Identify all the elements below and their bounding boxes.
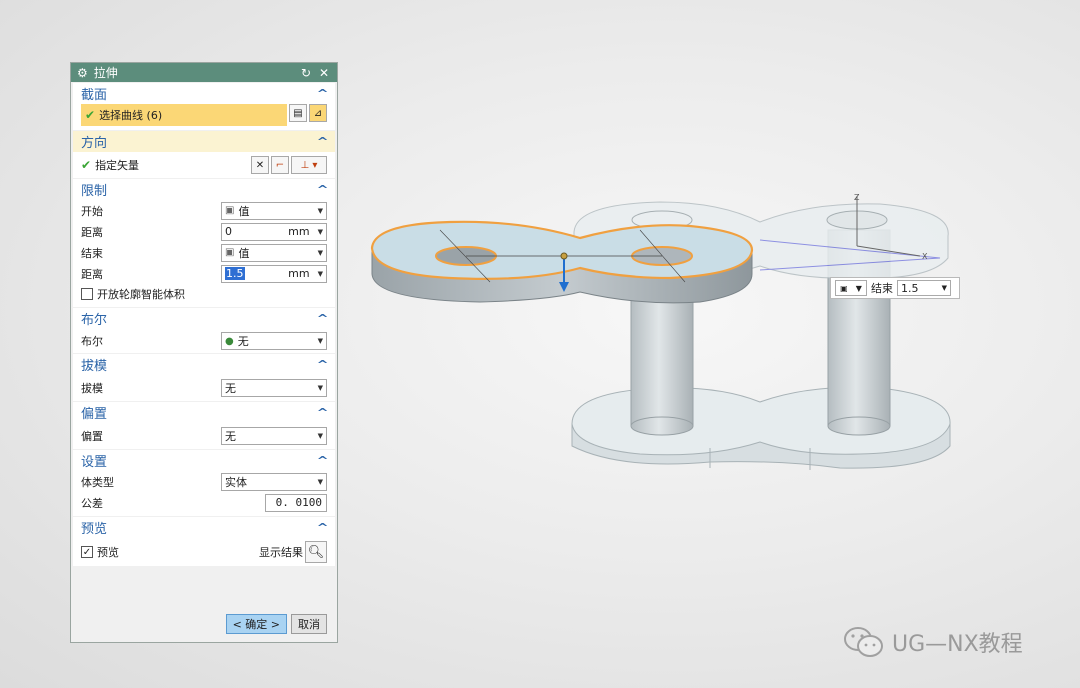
gear-icon: ⚙ [77, 65, 88, 80]
collapse-icon[interactable]: ^ [316, 454, 328, 467]
end-distance-row: 距离 1.5 mm ▼ [73, 263, 335, 284]
chevron-down-icon: ▼ [317, 477, 323, 486]
floating-end-label: 结束 [871, 282, 893, 295]
preview-group: 预览 ^ ✓ 预览 显示结果 🔍︎ [73, 517, 335, 566]
start-distance-input[interactable]: 0 mm ▼ [221, 222, 327, 241]
check-icon: ✔ [81, 158, 92, 172]
drag-handle[interactable] [560, 252, 568, 260]
section-header[interactable]: 截面 ^ [73, 83, 335, 104]
vector-dialog-icon[interactable]: ⌐ [271, 156, 289, 174]
preview-row: ✓ 预览 显示结果 🔍︎ [73, 538, 335, 566]
active-extrude-plate [370, 220, 754, 304]
boolean-group: 布尔 ^ 布尔 ● 无 ▼ [73, 308, 335, 353]
draft-row: 拔模 无 ▼ [73, 375, 335, 401]
collapse-icon[interactable]: ^ [316, 135, 328, 148]
boolean-none-icon: ● [225, 335, 234, 347]
collapse-icon[interactable]: ^ [316, 183, 328, 196]
tolerance-row: 公差 0. 0100 [73, 492, 335, 513]
collapse-icon[interactable]: ^ [316, 87, 328, 100]
reset-icon[interactable]: ↻ [299, 66, 313, 80]
offset-select[interactable]: 无 ▼ [221, 427, 327, 445]
reverse-direction-icon[interactable]: ✕ [251, 156, 269, 174]
dialog-titlebar: ⚙ 拉伸 ↻ ✕ [71, 63, 337, 82]
settings-group: 设置 ^ 体类型 实体 ▼ 公差 0. 0100 [73, 450, 335, 516]
curve-select-icon[interactable]: ⊿ [309, 104, 327, 122]
wechat-icon [844, 627, 883, 657]
tolerance-input[interactable]: 0. 0100 [265, 493, 327, 512]
close-icon[interactable]: ✕ [317, 66, 331, 80]
z-axis-label: Z [854, 193, 860, 202]
settings-header[interactable]: 设置 ^ [73, 450, 335, 471]
draft-header[interactable]: 拔模 ^ [73, 354, 335, 375]
collapse-icon[interactable]: ^ [316, 406, 328, 419]
draft-select[interactable]: 无 ▼ [221, 379, 327, 397]
magnifier-icon[interactable]: 🔍︎ [305, 541, 327, 563]
open-profile-checkbox[interactable] [81, 288, 93, 300]
cube-icon: ▣ [225, 247, 235, 258]
cube-icon: ▣ [840, 283, 848, 293]
x-axis-label: X [922, 252, 928, 261]
check-icon: ✔ [85, 108, 96, 122]
offset-header[interactable]: 偏置 ^ [73, 402, 335, 423]
offset-group: 偏置 ^ 偏置 无 ▼ [73, 402, 335, 449]
direction-header[interactable]: 方向 ^ [73, 131, 335, 152]
vector-row: ✔ 指定矢量 ✕ ⌐ ⊥ ▾ [73, 152, 335, 178]
watermark: UG—NX教程 [842, 624, 1023, 660]
collapse-icon[interactable]: ^ [316, 358, 328, 371]
draft-group: 拔模 ^ 拔模 无 ▼ [73, 354, 335, 401]
chevron-down-icon: ▼ [317, 248, 323, 257]
dialog-footer: < 确定 > 取消 [71, 606, 337, 642]
boolean-row: 布尔 ● 无 ▼ [73, 329, 335, 353]
show-result-label: 显示结果 [259, 546, 303, 559]
end-distance-input[interactable]: 1.5 mm ▼ [221, 264, 327, 283]
collapse-icon[interactable]: ^ [316, 312, 328, 325]
chevron-down-icon: ▼ [317, 384, 323, 392]
sketch-section-icon[interactable]: ▤ [289, 104, 307, 122]
cancel-button[interactable]: 取消 [291, 614, 327, 634]
start-type-select[interactable]: ▣ 值 ▼ [221, 201, 327, 220]
watermark-text: UG—NX教程 [892, 632, 1023, 657]
open-profile-row: 开放轮廓智能体积 [73, 284, 335, 304]
end-type-select[interactable]: ▣ 值 ▼ [221, 243, 327, 262]
end-row: 结束 ▣ 值 ▼ [73, 242, 335, 263]
floating-end-value[interactable]: 1.5 ▼ [897, 280, 951, 296]
ok-button[interactable]: < 确定 > [225, 614, 287, 634]
chevron-down-icon: ▼ [855, 283, 862, 293]
vector-type-dropdown[interactable]: ⊥ ▾ [291, 156, 327, 174]
collapse-icon[interactable]: ^ [316, 521, 328, 534]
dialog-title: 拉伸 [93, 66, 118, 80]
limits-group: 限制 ^ 开始 ▣ 值 ▼ 距离 0 mm ▼ 结束 ▣ 值 ▼ 距离 1.5 … [73, 179, 335, 307]
body-type-select[interactable]: 实体 ▼ [221, 472, 327, 491]
chevron-down-icon: ▼ [317, 227, 323, 236]
start-row: 开始 ▣ 值 ▼ [73, 200, 335, 221]
select-curve-row[interactable]: ✔ 选择曲线 (6) [81, 104, 287, 126]
model-viewport[interactable]: Z X [340, 170, 960, 480]
boolean-select[interactable]: ● 无 ▼ [221, 332, 327, 350]
preview-header[interactable]: 预览 ^ [73, 517, 335, 538]
body-type-row: 体类型 实体 ▼ [73, 471, 335, 492]
floating-end-input: ▣ ▼ 结束 1.5 ▼ [830, 277, 960, 299]
chevron-down-icon: ▼ [317, 206, 323, 215]
chevron-down-icon: ▼ [317, 269, 323, 278]
chevron-down-icon: ▼ [941, 284, 947, 292]
offset-row: 偏置 无 ▼ [73, 423, 335, 449]
preview-checkbox[interactable]: ✓ [81, 546, 93, 558]
section-group: 截面 ^ ✔ 选择曲线 (6) ▤ ⊿ [73, 83, 335, 130]
cube-icon: ▣ [225, 205, 235, 216]
extrude-dialog: ⚙ 拉伸 ↻ ✕ 截面 ^ ✔ 选择曲线 (6) ▤ ⊿ 方向 ^ ✔ 指定矢量 [70, 62, 338, 643]
end-type-mini-select[interactable]: ▣ ▼ [835, 280, 867, 296]
direction-group: 方向 ^ ✔ 指定矢量 ✕ ⌐ ⊥ ▾ [73, 131, 335, 178]
start-distance-row: 距离 0 mm ▼ [73, 221, 335, 242]
bottom-plate [571, 386, 951, 470]
chevron-down-icon: ▼ [317, 337, 323, 345]
chevron-down-icon: ▼ [317, 432, 323, 440]
limits-header[interactable]: 限制 ^ [73, 179, 335, 200]
boolean-header[interactable]: 布尔 ^ [73, 308, 335, 329]
